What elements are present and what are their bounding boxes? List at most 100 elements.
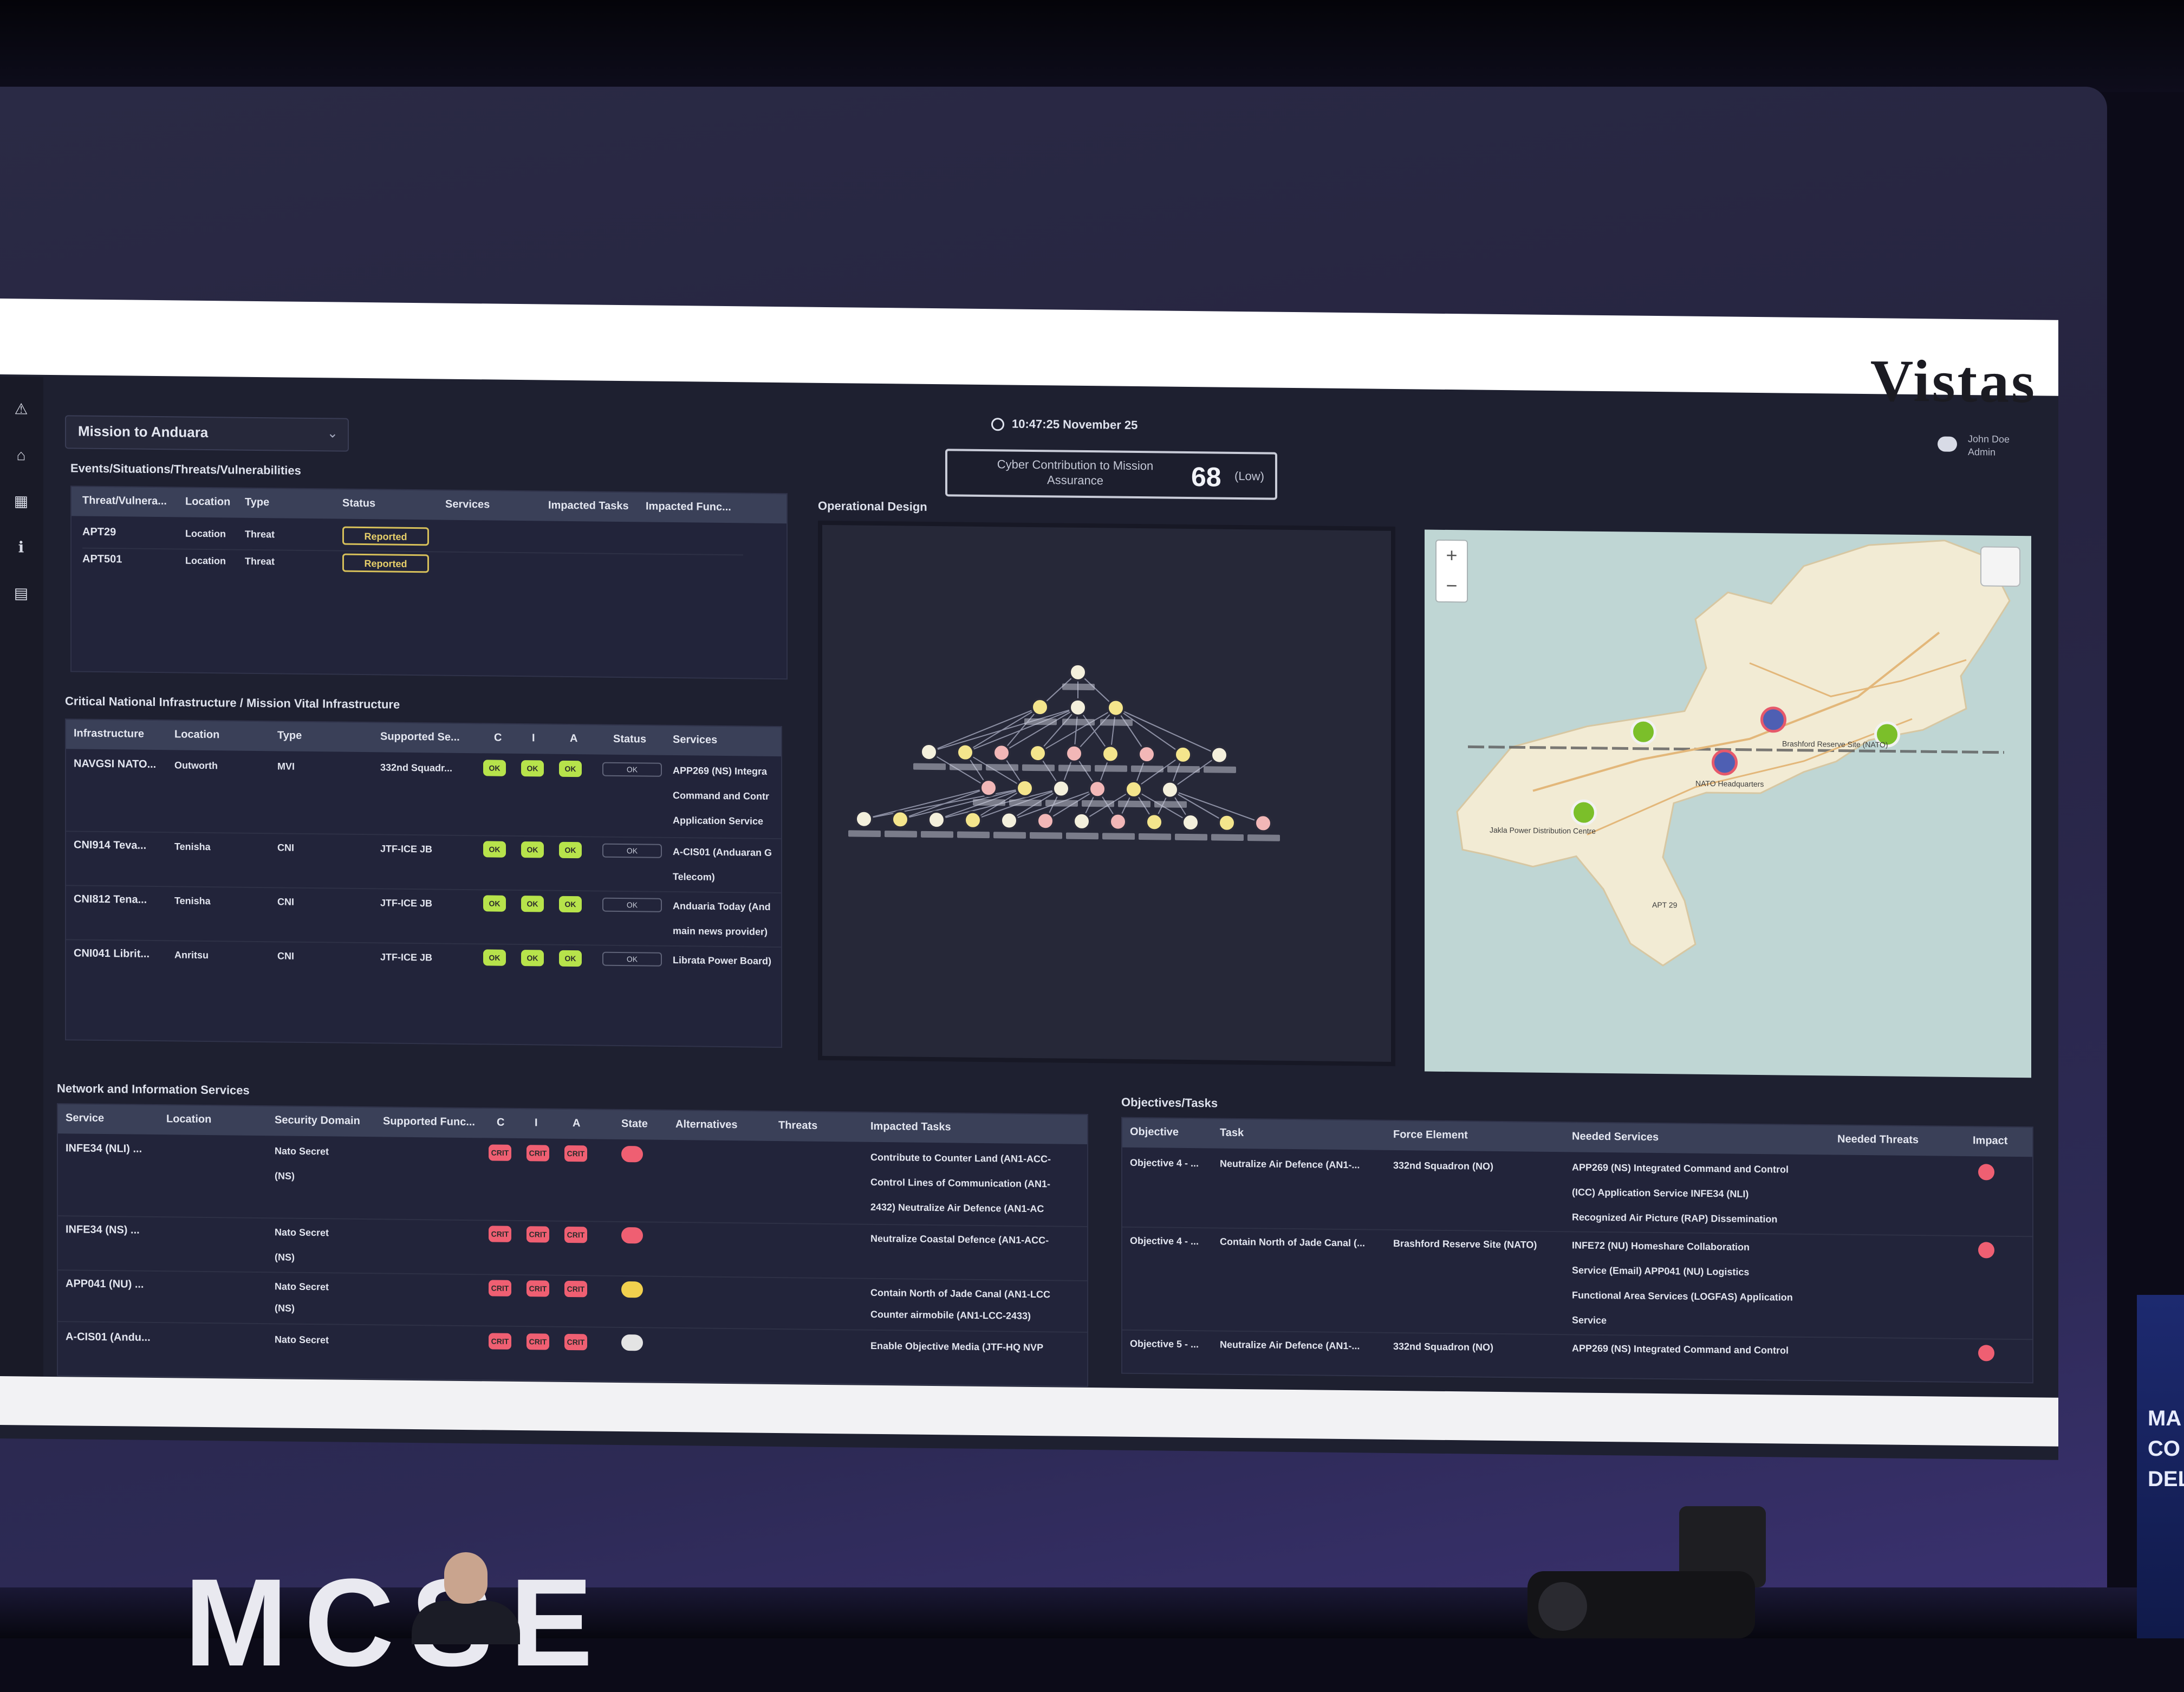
graph-node-label [1024,718,1057,725]
col-impacted-tasks[interactable]: Impacted Tasks [870,1120,951,1134]
col-c[interactable]: C [497,1117,504,1129]
col-force-element[interactable]: Force Element [1393,1129,1468,1142]
map-label: APT 29 [1652,900,1678,910]
integrity-indicator: CRIT [526,1226,549,1243]
graph-node[interactable] [891,810,909,829]
mission-select[interactable]: Mission to Anduara ⌄ [65,415,349,452]
needed-service: Service [1572,1314,1607,1326]
col-a[interactable]: A [573,1117,580,1130]
graph-node[interactable] [1210,745,1228,764]
col-impact[interactable]: Impact [1973,1135,2007,1148]
graph-node[interactable] [1069,698,1087,717]
infra-service: Command and Contr [673,790,769,802]
col-needed-threats[interactable]: Needed Threats [1837,1133,1919,1147]
graph-node[interactable] [979,778,998,798]
availability-indicator: CRIT [564,1226,587,1243]
col-state[interactable]: State [621,1118,648,1131]
col-supported-functions[interactable]: Supported Func... [383,1115,475,1129]
graph-node[interactable] [1036,812,1055,831]
warning-icon[interactable]: ⚠ [13,400,29,417]
col-service[interactable]: Service [66,1112,104,1125]
graph-node-label [1030,832,1062,839]
col-objective[interactable]: Objective [1130,1126,1179,1139]
col-impacted-functions[interactable]: Impacted Func... [646,500,731,514]
security-domain: (NS) [275,1302,295,1314]
col-i[interactable]: I [535,1117,538,1129]
dashboard-icon[interactable]: ▦ [13,492,29,509]
graph-node[interactable] [1069,663,1087,682]
graph-node[interactable] [1052,779,1070,798]
infra-type: MVI [277,761,295,772]
col-supported-services[interactable]: Supported Se... [380,730,460,744]
graph-node-label [1211,834,1244,841]
col-i[interactable]: I [532,732,535,744]
layers-button[interactable] [1980,546,2020,587]
user-avatar-icon [1937,436,1957,452]
graph-node[interactable] [992,743,1011,762]
graph-node[interactable] [956,743,974,762]
infra-name: NAVGSI NATO... [74,757,157,771]
col-location[interactable]: Location [185,496,230,509]
graph-node[interactable] [964,811,982,829]
graph-node[interactable] [1088,780,1107,799]
col-type[interactable]: Type [277,729,302,742]
app-window: Vistas ⚠ ⌂ ▦ ℹ ▤ Mission to Anduara ⌄ 10… [0,299,2058,1460]
needed-service: Recognized Air Picture (RAP) Disseminati… [1572,1211,1778,1225]
graph-node[interactable] [1138,744,1156,764]
col-status[interactable]: Status [342,497,375,510]
map-marker-threat[interactable] [1712,749,1738,776]
col-threat[interactable]: Threat/Vulnera... [82,495,167,508]
zoom-out-button[interactable]: − [1436,571,1467,602]
graph-node[interactable] [920,742,938,762]
col-impacted-tasks[interactable]: Impacted Tasks [548,500,629,513]
graph-node[interactable] [1031,697,1049,717]
col-services[interactable]: Services [673,734,717,747]
info-icon[interactable]: ℹ [13,539,29,555]
graph-node[interactable] [1101,744,1120,763]
graph-node[interactable] [1145,813,1164,832]
graph-node[interactable] [855,809,873,828]
graph-node[interactable] [1000,811,1018,830]
document-icon[interactable]: ▤ [13,585,29,601]
graph-node[interactable] [1161,780,1179,799]
col-status[interactable]: Status [613,733,646,746]
col-security-domain[interactable]: Security Domain [275,1114,360,1127]
opdesign-section-title: Operational Design [818,498,927,514]
map-marker-green[interactable] [1630,718,1656,745]
graph-node[interactable] [1016,779,1034,798]
graph-node[interactable] [1174,745,1192,764]
graph-node[interactable] [1181,813,1200,832]
infra-section-title: Critical National Infrastructure / Missi… [65,694,400,711]
col-a[interactable]: A [570,732,577,745]
col-threats[interactable]: Threats [778,1119,817,1132]
col-c[interactable]: C [494,732,502,744]
home-icon[interactable]: ⌂ [13,446,29,463]
graph-node[interactable] [1029,743,1047,763]
user-menu[interactable]: John Doe Admin [1937,432,2010,459]
graph-node[interactable] [1124,780,1143,799]
col-location[interactable]: Location [166,1113,211,1126]
zoom-in-button[interactable]: + [1436,541,1467,572]
map-view[interactable]: + − Brashford Reserve Site (NATO) NATO H… [1425,529,2031,1078]
integrity-indicator: OK [521,841,544,858]
col-type[interactable]: Type [245,496,269,509]
graph-node[interactable] [1072,812,1091,831]
map-marker-green[interactable] [1571,799,1597,826]
col-needed-services[interactable]: Needed Services [1572,1130,1659,1144]
col-location[interactable]: Location [174,728,219,741]
graph-node[interactable] [1109,812,1127,831]
graph-node[interactable] [1218,813,1236,832]
col-infrastructure[interactable]: Infrastructure [74,727,144,740]
events-table-header: Threat/Vulnera... Location Type Status S… [72,487,786,524]
col-task[interactable]: Task [1220,1127,1244,1139]
col-services[interactable]: Services [445,498,490,511]
graph-node[interactable] [1065,744,1083,763]
col-alternatives[interactable]: Alternatives [675,1118,738,1131]
graph-node[interactable] [1107,698,1125,717]
graph-node[interactable] [927,810,946,829]
left-nav-rail: ⚠ ⌂ ▦ ℹ ▤ [0,377,43,1377]
map-marker-threat[interactable] [1760,706,1786,733]
side-banner: MA CO DEL [2137,1295,2184,1638]
operational-design-graph[interactable] [818,520,1395,1066]
graph-node[interactable] [1254,814,1272,833]
